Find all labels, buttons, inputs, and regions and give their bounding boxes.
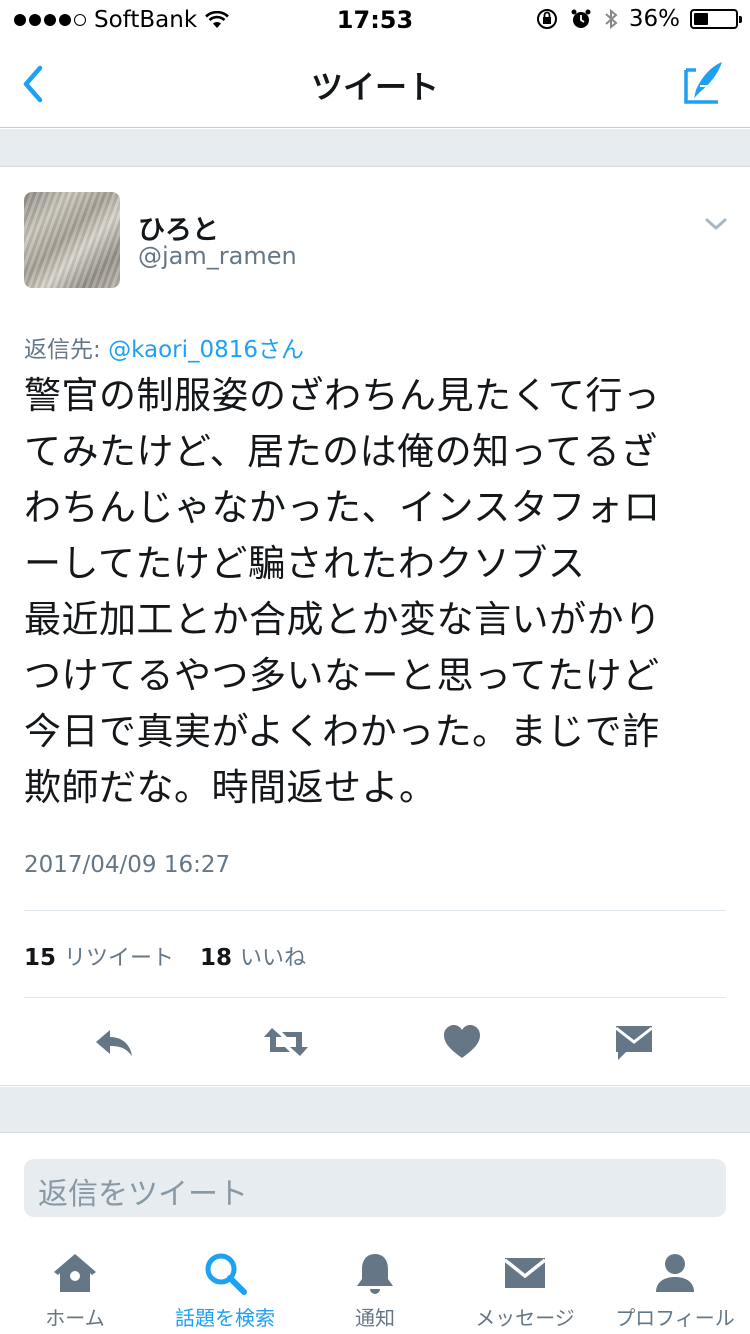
chevron-down-icon[interactable] [704,216,728,232]
navigation-bar: ツイート [0,40,750,128]
status-bar: SoftBank 17:53 36% [0,0,750,40]
compose-tweet-button[interactable] [682,60,728,106]
person-icon [656,1254,694,1292]
retweet-icon[interactable] [262,1022,310,1062]
reply-to-line: 返信先: @kaori_0816さん [24,330,304,364]
reply-to-label: 返信先: [24,337,109,363]
reply-icon[interactable] [92,1022,136,1062]
direct-message-icon[interactable] [612,1022,656,1062]
search-icon [205,1253,247,1295]
tab-bar: ホーム 話題を検索 通知 メッセージ プロフィール [0,1240,750,1334]
alarm-icon [571,9,591,28]
user-handle[interactable]: @jam_ramen [138,242,297,270]
status-right: 36% [535,6,742,32]
tab-label: プロフィール [615,1306,735,1330]
tab-profile[interactable]: プロフィール [600,1240,750,1334]
page-title: ツイート [310,68,439,106]
reply-input[interactable]: 返信をツイート [24,1159,726,1217]
like-label[interactable]: いいね [240,940,306,972]
tweet-timestamp: 2017/04/09 16:27 [24,852,231,878]
tab-search[interactable]: 話題を検索 [150,1240,300,1334]
tweet-actions [0,998,750,1086]
bluetooth-icon [605,8,618,30]
battery-fill [694,13,709,25]
rotation-lock-icon [536,9,557,29]
like-count[interactable]: 18 [200,945,232,971]
retweet-count[interactable]: 15 [24,945,56,971]
battery-icon [690,9,742,29]
tab-label: 話題を検索 [175,1306,275,1330]
avatar[interactable] [24,192,120,288]
tweet-text: 警官の制服姿のざわちん見たくて行っ てみたけど、居たのは俺の知ってるざ わちんじ… [24,374,662,809]
section-separator [0,129,750,167]
reply-to-mention[interactable]: @kaori_0816さん [108,337,304,363]
bell-icon [357,1254,393,1294]
retweet-label[interactable]: リツイート [64,940,174,972]
battery-percent: 36% [628,6,680,32]
tab-home[interactable]: ホーム [0,1240,150,1334]
tab-notifications[interactable]: 通知 [300,1240,450,1334]
tweet-detail: ひろと @jam_ramen 返信先: @kaori_0816さん 警官の制服姿… [0,168,750,1086]
tweet-stats: 15 リツイート 18 いいね [24,940,324,972]
home-icon [54,1254,96,1292]
like-heart-icon[interactable] [440,1022,484,1062]
envelope-icon [503,1258,547,1288]
tab-label: ホーム [45,1306,105,1330]
tab-messages[interactable]: メッセージ [450,1240,600,1334]
section-separator [0,1087,750,1133]
tab-label: 通知 [355,1306,395,1330]
divider [24,910,726,911]
tab-label: メッセージ [475,1306,575,1330]
